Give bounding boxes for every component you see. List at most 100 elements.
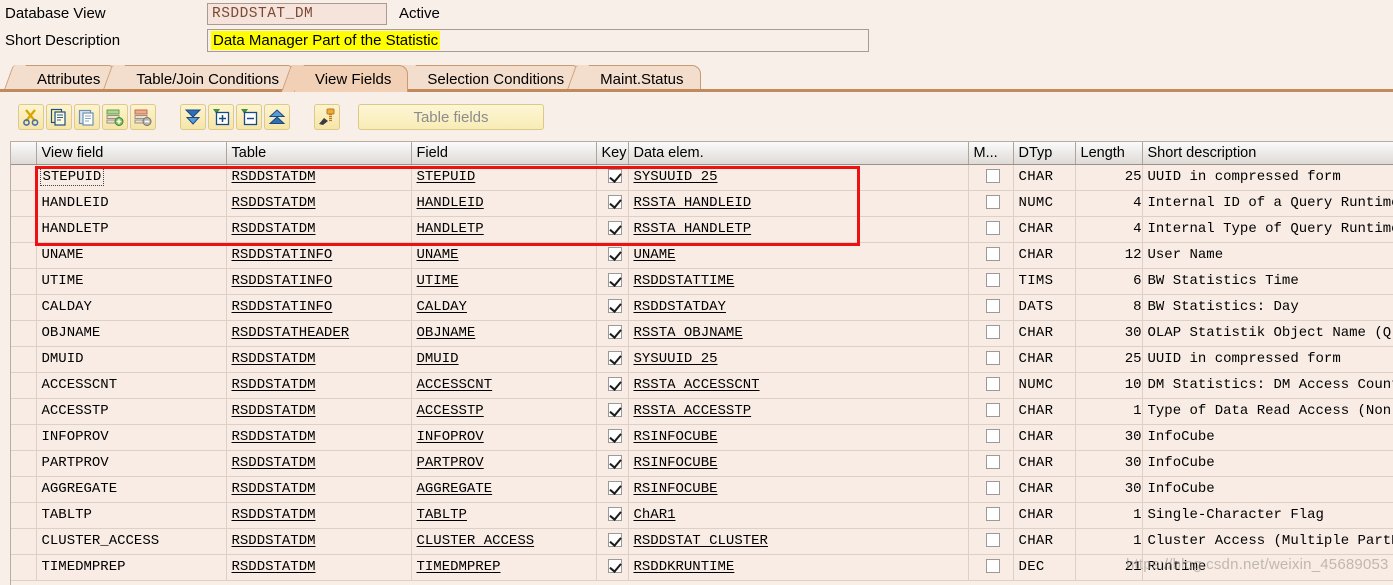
cell-dtyp[interactable]: CHAR: [1013, 346, 1076, 373]
cell-data-elem[interactable]: RSINFOCUBE: [628, 450, 969, 477]
cell-field[interactable]: AGGREGATE: [411, 476, 597, 503]
cell-dtyp[interactable]: DEC: [1013, 554, 1076, 581]
key-checkbox-icon[interactable]: [607, 247, 622, 262]
cell-length[interactable]: 10: [1075, 372, 1143, 399]
cell-short-description[interactable]: UUID in compressed form: [1142, 346, 1393, 373]
cell-view-field[interactable]: UNAME: [36, 242, 227, 269]
table-row[interactable]: TIMEDMPREP RSDDSTATDM TIMEDMPREP RSDDKRUNTI…: [11, 554, 1393, 581]
sort-ascending-icon[interactable]: [264, 104, 290, 130]
cell-data-elem[interactable]: RSSTA ACCESSTP: [628, 398, 969, 425]
key-append-icon[interactable]: [314, 104, 340, 130]
cell-table[interactable]: RSDDSTATINFO: [226, 294, 412, 321]
cell-key-checkbox[interactable]: [596, 268, 629, 295]
cell-data-elem[interactable]: RSINFOCUBE: [628, 476, 969, 503]
row-selector-cell[interactable]: [11, 450, 37, 477]
cell-length[interactable]: 30: [1075, 320, 1143, 347]
table-row[interactable]: HANDLETP RSDDSTATDM HANDLETP RSSTA HANDLETP…: [11, 216, 1393, 243]
cell-view-field[interactable]: HANDLEID: [36, 190, 227, 217]
m-checkbox-icon[interactable]: [986, 403, 1000, 418]
collapse-minus-icon[interactable]: [236, 104, 262, 130]
cell-key-checkbox[interactable]: [596, 216, 629, 243]
delete-row-icon[interactable]: [130, 104, 156, 130]
key-checkbox-icon[interactable]: [607, 559, 622, 574]
cell-view-field[interactable]: HANDLETP: [36, 216, 227, 243]
cell-length[interactable]: 25: [1075, 346, 1143, 373]
cell-length[interactable]: 30: [1075, 450, 1143, 477]
m-checkbox-icon[interactable]: [986, 325, 1000, 340]
cell-key-checkbox[interactable]: [596, 164, 629, 191]
column-header-m[interactable]: M...: [968, 142, 1014, 165]
column-header-dtyp[interactable]: DTyp: [1013, 142, 1076, 165]
cell-short-description[interactable]: OLAP Statistik Object Name (Q: [1142, 320, 1393, 347]
table-row[interactable]: STEPUID RSDDSTATDM STEPUID SYSUUID 25 CHAR 25…: [11, 164, 1393, 191]
cell-data-elem[interactable]: RSDDKRUNTIME: [628, 554, 969, 581]
cell-key-checkbox[interactable]: [596, 242, 629, 269]
cell-field[interactable]: PARTPROV: [411, 450, 597, 477]
table-row[interactable]: UTIME RSDDSTATINFO UTIME RSDDSTATTIME TIMS 6 B…: [11, 268, 1393, 295]
m-checkbox-icon[interactable]: [986, 221, 1000, 236]
cell-m-checkbox[interactable]: [968, 164, 1014, 191]
cell-dtyp[interactable]: DATS: [1013, 294, 1076, 321]
cell-data-elem[interactable]: RSDDSTATDAY: [628, 294, 969, 321]
cell-length[interactable]: 8: [1075, 294, 1143, 321]
cell-view-field[interactable]: TABLTP: [36, 502, 227, 529]
key-checkbox-icon[interactable]: [607, 351, 622, 366]
m-checkbox-icon[interactable]: [986, 455, 1000, 470]
cell-field[interactable]: HANDLETP: [411, 216, 597, 243]
cell-key-checkbox[interactable]: [596, 476, 629, 503]
cell-table[interactable]: RSDDSTATDM: [226, 216, 412, 243]
m-checkbox-icon[interactable]: [986, 273, 1000, 288]
cell-view-field[interactable]: CALDAY: [36, 294, 227, 321]
cell-m-checkbox[interactable]: [968, 554, 1014, 581]
cell-length[interactable]: 12: [1075, 242, 1143, 269]
row-selector-cell[interactable]: [11, 372, 37, 399]
m-checkbox-icon[interactable]: [986, 169, 1000, 184]
cell-view-field[interactable]: ACCESSCNT: [36, 372, 227, 399]
table-row[interactable]: CLUSTER_ACCESS RSDDSTATDM CLUSTER ACCESS RS…: [11, 528, 1393, 555]
cell-m-checkbox[interactable]: [968, 476, 1014, 503]
cell-m-checkbox[interactable]: [968, 424, 1014, 451]
cell-short-description[interactable]: Internal ID of a Query Runtime: [1142, 190, 1393, 217]
table-row[interactable]: CALDAY RSDDSTATINFO CALDAY RSDDSTATDAY DATS 8…: [11, 294, 1393, 321]
column-header-length[interactable]: Length: [1075, 142, 1143, 165]
cell-table[interactable]: RSDDSTATDM: [226, 346, 412, 373]
cell-short-description[interactable]: BW Statistics Time: [1142, 268, 1393, 295]
cell-table[interactable]: RSDDSTATDM: [226, 502, 412, 529]
key-checkbox-icon[interactable]: [607, 325, 622, 340]
cell-table[interactable]: RSDDSTATDM: [226, 398, 412, 425]
row-selector-cell[interactable]: [11, 242, 37, 269]
cell-dtyp[interactable]: CHAR: [1013, 424, 1076, 451]
cell-table[interactable]: RSDDSTATDM: [226, 372, 412, 399]
cell-m-checkbox[interactable]: [968, 268, 1014, 295]
row-selector-cell[interactable]: [11, 216, 37, 243]
cell-short-description[interactable]: Internal Type of Query Runtime: [1142, 216, 1393, 243]
m-checkbox-icon[interactable]: [986, 429, 1000, 444]
cell-data-elem[interactable]: SYSUUID 25: [628, 164, 969, 191]
table-row[interactable]: ACCESSTP RSDDSTATDM ACCESSTP RSSTA ACCESSTP…: [11, 398, 1393, 425]
cell-table[interactable]: RSDDSTATINFO: [226, 268, 412, 295]
cell-field[interactable]: TABLTP: [411, 502, 597, 529]
row-selector-cell[interactable]: [11, 346, 37, 373]
cell-table[interactable]: RSDDSTATDM: [226, 424, 412, 451]
m-checkbox-icon[interactable]: [986, 533, 1000, 548]
cell-length[interactable]: 30: [1075, 476, 1143, 503]
cell-dtyp[interactable]: CHAR: [1013, 528, 1076, 555]
cell-m-checkbox[interactable]: [968, 190, 1014, 217]
cell-short-description[interactable]: BW Statistics: Day: [1142, 294, 1393, 321]
table-row[interactable]: UNAME RSDDSTATINFO UNAME UNAME CHAR 12 User Na…: [11, 242, 1393, 269]
key-checkbox-icon[interactable]: [607, 403, 622, 418]
cell-dtyp[interactable]: CHAR: [1013, 398, 1076, 425]
row-selector-cell[interactable]: [11, 424, 37, 451]
m-checkbox-icon[interactable]: [986, 299, 1000, 314]
cell-view-field[interactable]: STEPUID: [36, 164, 227, 191]
cell-dtyp[interactable]: NUMC: [1013, 372, 1076, 399]
cell-data-elem[interactable]: RSSTA HANDLEID: [628, 190, 969, 217]
m-checkbox-icon[interactable]: [986, 195, 1000, 210]
cell-table[interactable]: RSDDSTATDM: [226, 476, 412, 503]
key-checkbox-icon[interactable]: [607, 195, 622, 210]
tab-view-fields[interactable]: View Fields: [293, 65, 409, 92]
column-header-key[interactable]: Key: [596, 142, 629, 165]
cell-view-field[interactable]: TIMEDMPREP: [36, 554, 227, 581]
key-checkbox-icon[interactable]: [607, 533, 622, 548]
expand-plus-icon[interactable]: [208, 104, 234, 130]
